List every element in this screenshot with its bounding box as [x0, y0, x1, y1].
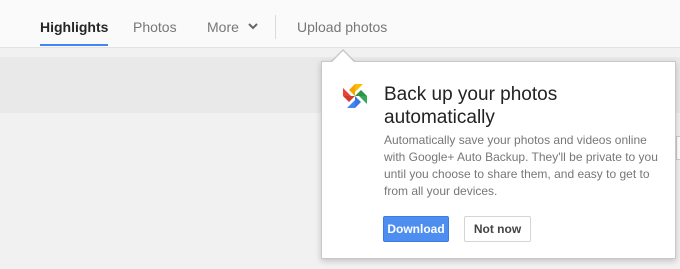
popup-title: Back up your photos automatically [384, 84, 558, 128]
popup-caret-inner [332, 51, 354, 62]
more-menu[interactable]: More [207, 0, 258, 47]
popup-body-text: Automatically save your photos and video… [384, 133, 658, 198]
partially-visible-control[interactable] [676, 136, 680, 160]
upload-photos-link[interactable]: Upload photos [297, 0, 387, 47]
top-navigation-bar: Highlights Photos More Upload photos [0, 0, 680, 48]
tab-highlights[interactable]: Highlights [40, 0, 109, 47]
not-now-button[interactable]: Not now [464, 216, 531, 242]
more-menu-label: More [207, 19, 239, 35]
tab-highlights-label: Highlights [40, 19, 109, 35]
upload-photos-label: Upload photos [297, 19, 388, 35]
download-button[interactable]: Download [383, 216, 449, 242]
nav-divider [275, 15, 276, 39]
active-tab-indicator [40, 44, 109, 46]
chevron-down-icon [248, 23, 258, 30]
tab-photos-label: Photos [133, 19, 177, 35]
google-photos-pinwheel-icon [343, 84, 367, 108]
auto-backup-promo-popup: Back up your photos automatically Automa… [321, 61, 676, 259]
tab-photos[interactable]: Photos [133, 0, 177, 47]
